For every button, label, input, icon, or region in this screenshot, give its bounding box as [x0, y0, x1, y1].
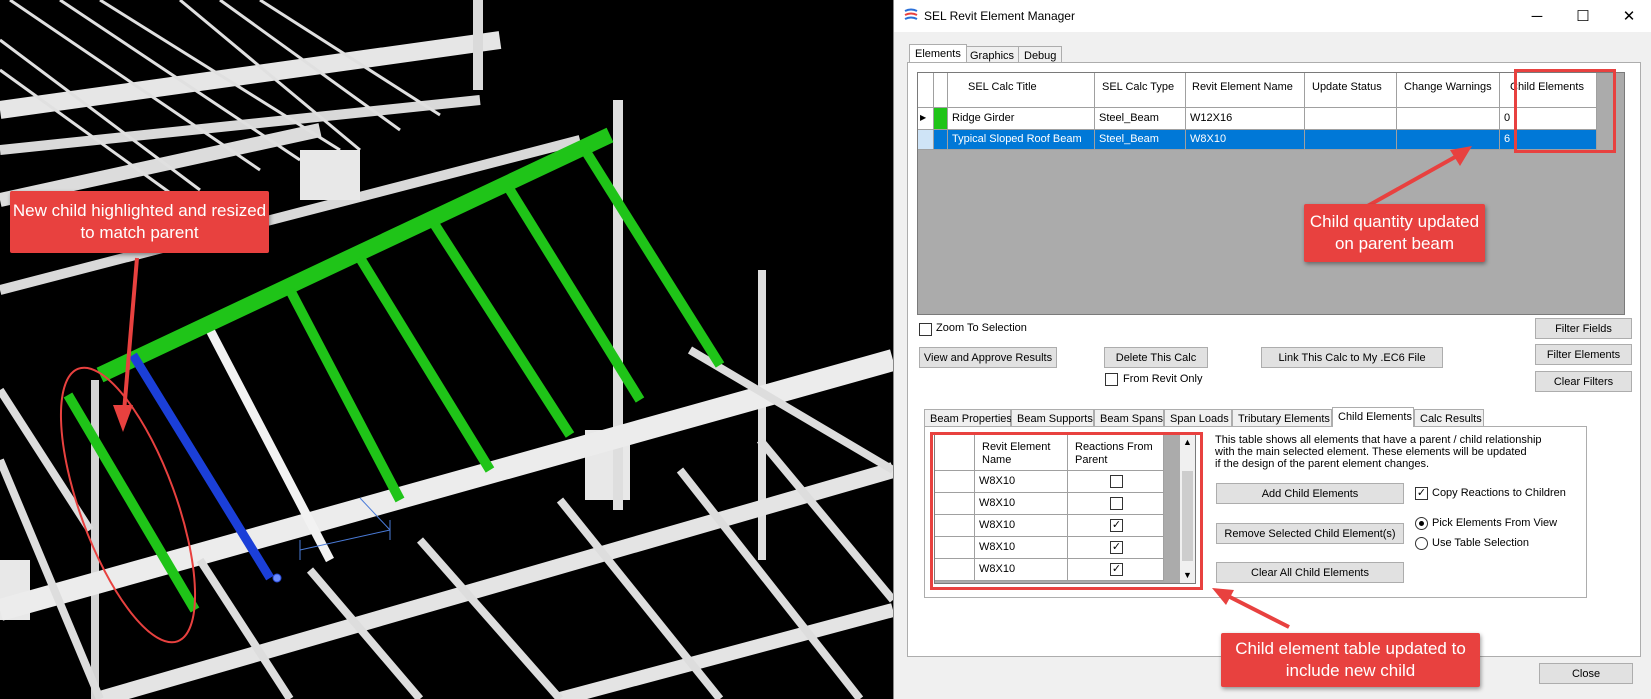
child-grid-header-rowsel [935, 435, 975, 471]
zoom-to-selection-checkbox[interactable] [919, 323, 932, 336]
filter-fields-button[interactable]: Filter Fields [1535, 318, 1632, 339]
row-selector[interactable] [918, 130, 934, 150]
row-selector-icon[interactable]: ▶ [918, 108, 934, 130]
callout-parent-quantity: Child quantity updated on parent beam [1304, 204, 1485, 262]
row-selector[interactable] [935, 493, 975, 515]
reactions-checkbox[interactable] [1110, 497, 1123, 510]
clear-filters-button[interactable]: Clear Filters [1535, 371, 1632, 392]
scrollbar-thumb[interactable] [1182, 471, 1193, 561]
child-description-line-1: This table shows all elements that have … [1215, 434, 1542, 446]
tab-elements[interactable]: Elements [909, 44, 967, 62]
grid-header-calc-title[interactable]: SEL Calc Title [948, 73, 1095, 108]
row-color-swatch [934, 108, 948, 130]
view-approve-results-button[interactable]: View and Approve Results [919, 347, 1057, 368]
pick-from-view-radio[interactable] [1415, 517, 1428, 530]
child-row-name[interactable]: W8X10 [975, 559, 1068, 581]
row-selector[interactable] [935, 537, 975, 559]
child-description-line-2: with the main selected element. These el… [1215, 446, 1527, 458]
minimize-icon: ─ [1531, 7, 1543, 25]
title-bar[interactable]: SEL Revit Element Manager ─ ☐ ✕ [894, 0, 1651, 32]
reactions-checkbox-checked[interactable]: ✓ [1110, 563, 1123, 576]
row-selector[interactable] [935, 515, 975, 537]
callout-new-child: New child highlighted and resized to mat… [10, 191, 269, 253]
child-row-reactions[interactable]: ✓ [1068, 559, 1164, 581]
child-elements-grid[interactable]: Revit Element Name Reactions From Parent… [934, 434, 1196, 584]
grid-header-color [934, 73, 948, 108]
child-grid-scrollbar[interactable]: ▲ ▼ [1180, 435, 1195, 583]
child-row-reactions[interactable] [1068, 471, 1164, 493]
remove-child-elements-button[interactable]: Remove Selected Child Element(s) [1216, 523, 1404, 544]
reactions-checkbox-checked[interactable]: ✓ [1110, 519, 1123, 532]
callout-arrow [1212, 588, 1290, 629]
table-row-cell[interactable]: 0 [1500, 108, 1597, 130]
grid-header-rowsel [918, 73, 934, 108]
table-row-cell[interactable]: W12X16 [1186, 108, 1305, 130]
child-grid-header-reactions[interactable]: Reactions From Parent [1068, 435, 1164, 471]
revit-3d-viewport[interactable]: New child highlighted and resized to mat… [0, 0, 893, 699]
table-row-cell[interactable] [1397, 108, 1500, 130]
tab-calc-results[interactable]: Calc Results [1414, 409, 1484, 427]
add-child-elements-button[interactable]: Add Child Elements [1216, 483, 1404, 504]
close-button[interactable]: Close [1539, 663, 1633, 684]
filter-elements-button[interactable]: Filter Elements [1535, 344, 1632, 365]
from-revit-only-checkbox[interactable] [1105, 373, 1118, 386]
table-row-cell[interactable]: Typical Sloped Roof Beam [948, 130, 1095, 150]
table-row-cell[interactable]: 6 [1500, 130, 1597, 150]
tab-tributary-elements[interactable]: Tributary Elements [1232, 409, 1332, 427]
row-selector[interactable] [935, 559, 975, 581]
child-description-line-3: if the design of the parent element chan… [1215, 458, 1430, 470]
maximize-button[interactable]: ☐ [1560, 0, 1606, 32]
child-grid-header-name[interactable]: Revit Element Name [975, 435, 1068, 471]
child-row-reactions[interactable]: ✓ [1068, 515, 1164, 537]
grid-header-revit-name[interactable]: Revit Element Name [1186, 73, 1305, 108]
use-table-selection-label: Use Table Selection [1432, 537, 1530, 549]
delete-calc-button[interactable]: Delete This Calc [1104, 347, 1208, 368]
pick-from-view-label: Pick Elements From View [1432, 517, 1558, 529]
tab-beam-supports[interactable]: Beam Supports [1011, 409, 1094, 427]
close-icon: ✕ [1622, 8, 1636, 25]
maximize-icon: ☐ [1576, 8, 1590, 25]
table-row-cell[interactable]: Steel_Beam [1095, 130, 1186, 150]
grid-header-change-warnings[interactable]: Change Warnings [1397, 73, 1500, 108]
structure-drawing [0, 0, 893, 699]
clear-child-elements-button[interactable]: Clear All Child Elements [1216, 562, 1404, 583]
use-table-selection-radio[interactable] [1415, 537, 1428, 550]
grid-header-child-elements[interactable]: Child Elements [1500, 73, 1597, 108]
row-color-swatch [934, 130, 948, 150]
child-row-name[interactable]: W8X10 [975, 493, 1068, 515]
scroll-down-icon[interactable]: ▼ [1180, 568, 1195, 583]
link-calc-button[interactable]: Link This Calc to My .EC6 File [1261, 347, 1443, 368]
app-logo-icon [904, 8, 918, 20]
table-row-cell[interactable]: W8X10 [1186, 130, 1305, 150]
from-revit-only-label: From Revit Only [1123, 373, 1203, 385]
child-row-reactions[interactable] [1068, 493, 1164, 515]
reactions-checkbox[interactable] [1110, 475, 1123, 488]
sel-revit-element-manager-window: SEL Revit Element Manager ─ ☐ ✕ Elements… [893, 0, 1651, 699]
callout-child-table: Child element table updated to include n… [1221, 633, 1480, 687]
minimize-button[interactable]: ─ [1514, 0, 1560, 32]
zoom-to-selection-label: Zoom To Selection [936, 322, 1027, 334]
window-title: SEL Revit Element Manager [924, 9, 1075, 23]
scroll-up-icon[interactable]: ▲ [1180, 435, 1195, 450]
child-row-name[interactable]: W8X10 [975, 515, 1068, 537]
grid-header-update-status[interactable]: Update Status [1305, 73, 1397, 108]
copy-reactions-label: Copy Reactions to Children [1432, 487, 1566, 499]
main-calc-grid[interactable]: SEL Calc Title SEL Calc Type Revit Eleme… [917, 72, 1625, 315]
table-row-cell[interactable]: Steel_Beam [1095, 108, 1186, 130]
close-window-button[interactable]: ✕ [1606, 0, 1651, 32]
table-row-cell[interactable]: Ridge Girder [948, 108, 1095, 130]
tab-child-elements[interactable]: Child Elements [1332, 407, 1414, 427]
table-row-cell[interactable] [1305, 108, 1397, 130]
reactions-checkbox-checked[interactable]: ✓ [1110, 541, 1123, 554]
grid-header-calc-type[interactable]: SEL Calc Type [1095, 73, 1186, 108]
child-row-reactions[interactable]: ✓ [1068, 537, 1164, 559]
child-row-name[interactable]: W8X10 [975, 471, 1068, 493]
child-row-name[interactable]: W8X10 [975, 537, 1068, 559]
tab-beam-properties[interactable]: Beam Properties [924, 409, 1012, 427]
row-selector[interactable] [935, 471, 975, 493]
copy-reactions-checkbox[interactable]: ✓ [1415, 487, 1428, 500]
tab-beam-spans[interactable]: Beam Spans [1094, 409, 1164, 427]
tab-span-loads[interactable]: Span Loads [1164, 409, 1232, 427]
